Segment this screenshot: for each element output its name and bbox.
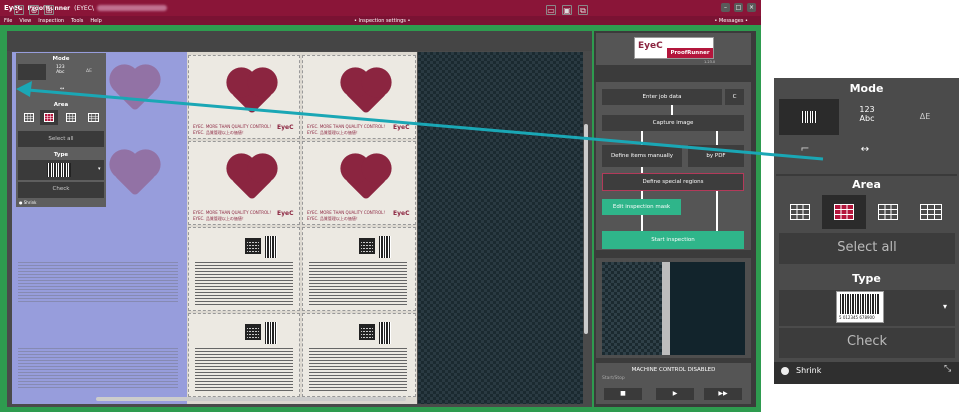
arrow-line <box>27 88 824 161</box>
arrow-head <box>16 81 32 97</box>
callout-arrow <box>16 81 824 161</box>
screenshot-root: EyeC ProofRunner (EYEC\ – □ × File View … <box>0 0 961 412</box>
